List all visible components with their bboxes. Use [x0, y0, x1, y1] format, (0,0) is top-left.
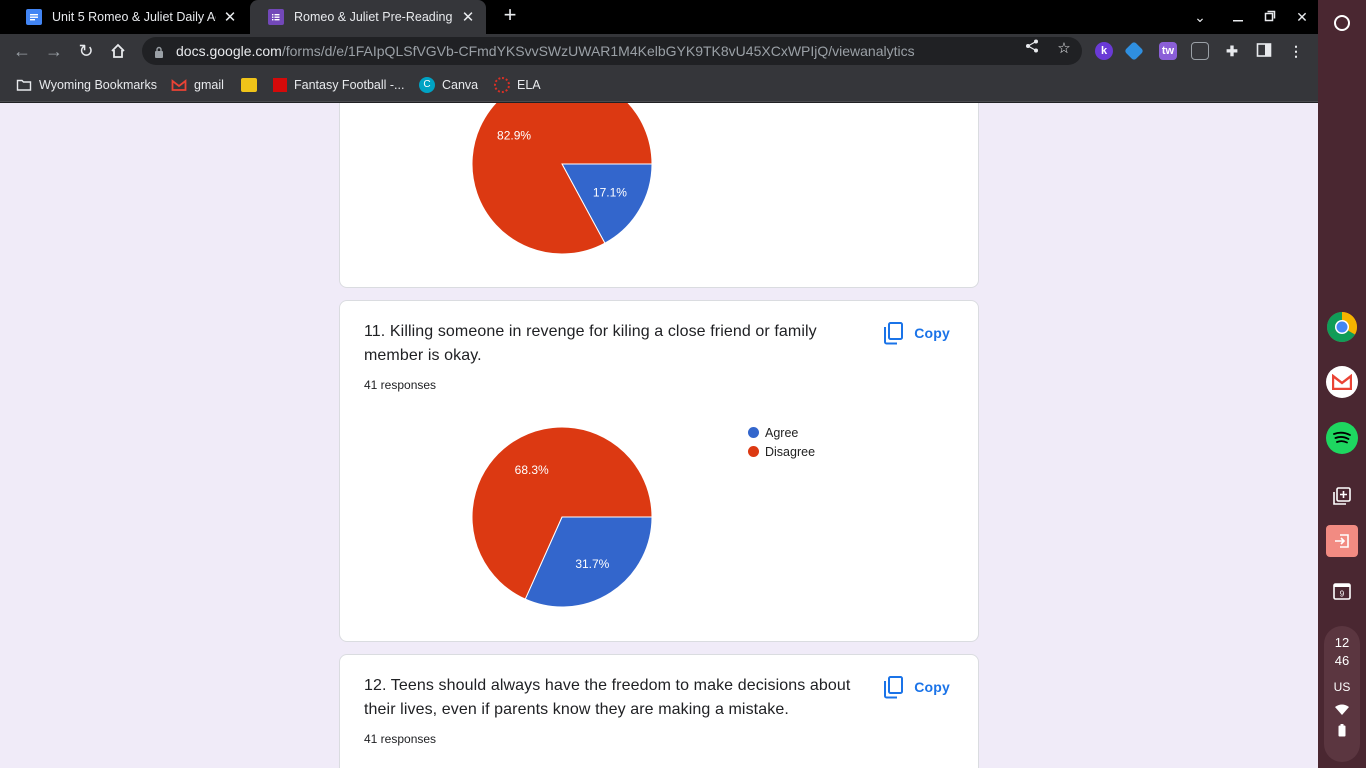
bookmark-gmail[interactable]: gmail	[171, 76, 224, 94]
bookmark-star-icon[interactable]: ☆	[1054, 39, 1074, 59]
screencast-extension-icon[interactable]	[1191, 42, 1209, 60]
bookmark-fantasy-football[interactable]: Fantasy Football -...	[273, 76, 404, 94]
calendar-icon[interactable]: 9	[1326, 575, 1358, 607]
status-tray[interactable]: 12 46 US	[1324, 626, 1360, 762]
forward-icon[interactable]: →	[42, 39, 66, 63]
copy-label: Copy	[914, 325, 950, 341]
tab-daily-agenda[interactable]: Unit 5 Romeo & Juliet Daily Agenda ✕	[8, 0, 248, 34]
question-card-11: 11. Killing someone in revenge for kilin…	[339, 300, 979, 642]
close-window-icon[interactable]: ✕	[1291, 6, 1313, 28]
bookmarks-bar: Wyoming Bookmarks gmail Fantasy Football…	[0, 68, 1318, 102]
menu-icon[interactable]: ⋮	[1287, 42, 1305, 60]
kami-extension-icon[interactable]: k	[1095, 42, 1113, 60]
bookmark-label: Wyoming Bookmarks	[39, 78, 157, 92]
extensions-icon[interactable]: ✚	[1223, 42, 1241, 60]
copy-chart-button[interactable]: Copy	[882, 675, 950, 699]
pie-slice-label: 17.1%	[593, 186, 627, 200]
bookmark-ixl[interactable]	[241, 76, 264, 94]
minimize-icon[interactable]	[1227, 6, 1249, 28]
pie-slice-label: 68.3%	[515, 463, 549, 477]
pie-chart-11: 31.7% 68.3%	[471, 426, 653, 608]
close-icon[interactable]: ✕	[222, 8, 238, 26]
legend-label: Disagree	[765, 444, 816, 459]
forms-icon	[268, 9, 284, 25]
new-tab-button[interactable]: +	[498, 4, 522, 28]
bookmark-label: ELA	[517, 78, 541, 92]
tab-strip: Unit 5 Romeo & Juliet Daily Agenda ✕ Rom…	[0, 0, 1318, 34]
spotify-icon[interactable]	[1326, 422, 1358, 454]
reload-icon[interactable]: ↻	[74, 39, 98, 63]
legend-item-disagree[interactable]: Disagree	[748, 442, 815, 461]
tab-search-icon[interactable]: ⌄	[1189, 6, 1211, 28]
bookmark-canva[interactable]: C Canva	[419, 76, 478, 94]
pie-slice-label: 31.7%	[575, 557, 609, 571]
diamond-extension-icon[interactable]	[1124, 41, 1144, 61]
docs-icon	[26, 9, 42, 25]
question-title: 11. Killing someone in revenge for kilin…	[364, 323, 817, 364]
address-bar[interactable]: docs.google.com/forms/d/e/1FAIpQLSfVGVb-…	[142, 37, 1082, 65]
bookmark-label: Fantasy Football -...	[294, 78, 405, 92]
canva-icon: C	[419, 77, 435, 93]
classroom-icon[interactable]	[1326, 480, 1358, 512]
os-shelf: 9 12 46 US	[1318, 0, 1366, 768]
pie-slice-label: 82.9%	[497, 128, 531, 142]
forms-responses-page[interactable]: 17.1% 82.9% 11. Killing someone in reveng…	[0, 103, 1318, 768]
exit-icon[interactable]	[1326, 525, 1358, 557]
back-icon[interactable]: ←	[10, 39, 34, 63]
home-icon[interactable]	[106, 39, 130, 63]
legend-item-agree[interactable]: Agree	[748, 423, 815, 442]
url-path: /forms/d/e/1FAIpQLSfVGVb-CFmdYKSvvSWzUWA…	[281, 43, 915, 59]
ixl-icon	[241, 78, 257, 92]
url-host: docs.google.com	[176, 43, 282, 59]
question-title: 12. Teens should always have the freedom…	[364, 677, 851, 718]
share-icon[interactable]	[1022, 39, 1042, 59]
legend-marker	[748, 427, 759, 438]
response-count: 41 responses	[364, 378, 437, 392]
chrome-icon[interactable]	[1326, 311, 1358, 343]
pie-chart-10: 17.1% 82.9%	[471, 103, 653, 255]
copy-label: Copy	[914, 679, 950, 695]
tab-title: Romeo & Juliet Pre-Reading Survey	[294, 10, 454, 24]
browser-toolbar: ← → ↻ docs.google.com/forms/d/e/1FAIpQLS…	[0, 34, 1318, 68]
puzzle-extension-icon[interactable]: tw	[1159, 42, 1177, 60]
ime-indicator: US	[1333, 680, 1351, 694]
clock-minute: 46	[1334, 653, 1350, 668]
launcher-button[interactable]	[1326, 7, 1358, 39]
battery-icon	[1324, 724, 1360, 740]
question-card-10: 17.1% 82.9%	[339, 103, 979, 288]
copy-icon	[884, 676, 904, 699]
folder-icon	[16, 77, 32, 93]
bookmark-ela[interactable]: ELA	[494, 76, 541, 94]
bookmark-wyoming[interactable]: Wyoming Bookmarks	[16, 76, 157, 94]
legend-label: Agree	[765, 425, 799, 440]
wifi-icon	[1324, 703, 1360, 718]
browser-window: Unit 5 Romeo & Juliet Daily Agenda ✕ Rom…	[0, 0, 1318, 768]
ela-icon	[494, 77, 510, 93]
espn-icon	[273, 78, 287, 92]
url-text: docs.google.com/forms/d/e/1FAIpQLSfVGVb-…	[176, 43, 915, 59]
lock-icon[interactable]	[154, 45, 164, 58]
side-panel-icon[interactable]	[1255, 42, 1273, 60]
bookmark-label: gmail	[194, 78, 224, 92]
restore-icon[interactable]	[1259, 6, 1281, 28]
tab-pre-reading-survey[interactable]: Romeo & Juliet Pre-Reading Survey ✕	[250, 0, 486, 34]
close-icon[interactable]: ✕	[460, 8, 476, 26]
copy-chart-button[interactable]: Copy	[882, 321, 950, 345]
bookmark-label: Canva	[442, 78, 479, 92]
question-card-12: 12. Teens should always have the freedom…	[339, 654, 979, 768]
clock-hour: 12	[1334, 635, 1350, 650]
chart-legend-11: Agree Disagree	[748, 423, 815, 461]
response-count: 41 responses	[364, 732, 437, 746]
copy-icon	[884, 322, 904, 345]
tab-title: Unit 5 Romeo & Juliet Daily Agenda	[52, 10, 216, 24]
gmail-icon[interactable]	[1326, 366, 1358, 398]
calendar-day: 9	[1340, 590, 1345, 599]
legend-marker	[748, 446, 759, 457]
gmail-icon	[171, 77, 187, 93]
